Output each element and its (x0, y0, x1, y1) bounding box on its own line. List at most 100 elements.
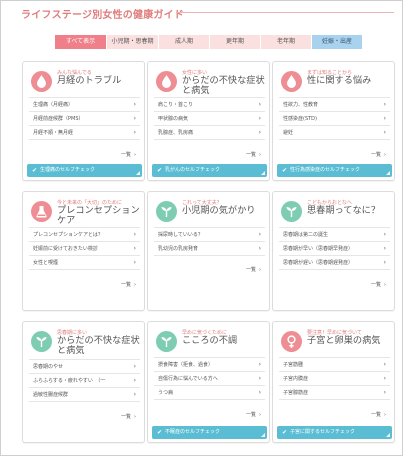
list-item[interactable]: 性感染症(STD) › (279, 112, 390, 126)
list-item-label: 過敏性腸症候群 (33, 392, 69, 398)
more-link[interactable]: 一覧 › (246, 408, 261, 422)
list-item[interactable]: 生理痛（月経痛） › (29, 98, 140, 112)
card-menstrual-trouble: みんな悩んでる 月経のトラブル 生理痛（月経痛） › 月経前症候群（PMS） › 月… (22, 61, 145, 181)
card-puberty-body-discomfort: 思春期に多い からだの不快な症状と病気 思春期のやせ › ふらふらする・疲れやすい… (22, 321, 145, 443)
list-item[interactable]: 性欲力、性教育 › (279, 98, 390, 112)
tab-old-age[interactable]: 老年期 (261, 35, 312, 49)
list-item[interactable]: 子宮筋腫 › (279, 358, 390, 372)
list-item-label: 乳腺症、乳房痛 (158, 130, 194, 136)
more-link[interactable]: 一覧 › (246, 148, 261, 162)
chevron-right-icon: › (259, 267, 261, 273)
list-item-label: 摂食障害（拒食、過食） (158, 362, 214, 368)
chevron-right-icon: › (383, 245, 386, 252)
chevron-right-icon: › (258, 115, 261, 122)
tab-menopause[interactable]: 更年期 (210, 35, 261, 49)
list-item-label: 子宮内膜症 (283, 376, 309, 382)
droplet-icon (281, 71, 302, 92)
more-link[interactable]: 一覧 › (371, 408, 386, 422)
list-item[interactable]: 採尿時していいる？ › (154, 228, 265, 242)
list-item-label: 女性と喫煙 (33, 260, 59, 266)
list-item-label: 肩こり・首こり (158, 102, 194, 108)
card-title: こころの不調 (182, 335, 238, 346)
chevron-right-icon: › (259, 152, 261, 158)
corner-mark-icon (386, 433, 390, 437)
list-item[interactable]: 甲状腺の病気 › (154, 112, 265, 126)
list-item-label: 避妊 (283, 130, 294, 136)
corner-mark-icon (136, 171, 140, 175)
guide-frame: ライフステージ別女性の健康ガイド すべて表示 小児期・思春期 成人期 更年期 老… (0, 0, 403, 456)
list-item-label: 子宮腺筋症 (283, 390, 309, 396)
list-item[interactable]: 妊娠前に受けておきたい検診 › (29, 242, 140, 256)
list-item-label: 月経不順・無月経 (33, 130, 74, 136)
list-item[interactable]: 過敏性腸症候群 › (29, 388, 140, 402)
list-item-label: 妊娠前に受けておきたい検診 (33, 246, 98, 252)
chevron-right-icon: › (258, 231, 261, 238)
self-check-button[interactable]: ✔ 不眠症のセルフチェック (152, 426, 267, 439)
chevron-right-icon: › (384, 152, 386, 158)
list-item-label: 思春期のやせ (33, 364, 64, 370)
self-check-button[interactable]: ✔ 子宮に関するセルフチェック (277, 426, 392, 439)
list-item-label: 自傷行為に悩んでいる方へ (158, 376, 218, 382)
chevron-right-icon: › (134, 282, 136, 288)
more-link[interactable]: 一覧 › (246, 263, 261, 277)
list-item[interactable]: 乳腺症、乳房痛 › (154, 126, 265, 140)
card-puberty: こどもからおとなへ 思春期ってなに？ 思春期は第二の誕生 › 思春期が早い（思春期… (272, 191, 395, 311)
list-item-label: 性欲力、性教育 (283, 102, 319, 108)
self-check-button[interactable]: ✔ 乳がんのセルフチェック (152, 164, 267, 177)
corner-mark-icon (261, 171, 265, 175)
list-item-label: うつ病 (158, 390, 174, 396)
chevron-right-icon: › (133, 115, 136, 122)
list-item-label: 思春期が早い（思春期早発症） (283, 246, 354, 252)
card-body-discomfort: 女性に多い からだの不快な症状と病気 肩こり・首こり › 甲状腺の病気 › 乳腺症、… (147, 61, 270, 181)
card-title: プレコンセプションケア (57, 205, 140, 226)
card-title: からだの不快な症状と病気 (182, 75, 265, 96)
list-item[interactable]: 子宮内膜症 › (279, 372, 390, 386)
chevron-right-icon: › (383, 231, 386, 238)
more-link[interactable]: 一覧 › (371, 148, 386, 162)
list-item[interactable]: 思春期は第二の誕生 › (279, 228, 390, 242)
female-symbol-icon (281, 331, 302, 352)
list-item-label: 生理痛（月経痛） (33, 102, 74, 108)
list-item[interactable]: 女性と喫煙 › (29, 256, 140, 270)
tab-childhood-puberty[interactable]: 小児期・思春期 (107, 35, 159, 49)
list-item[interactable]: 摂食障害（拒食、過食） › (154, 358, 265, 372)
check-icon: ✔ (32, 167, 38, 174)
tab-all[interactable]: すべて表示 (55, 35, 107, 49)
list-item-label: 甲状腺の病気 (158, 116, 189, 122)
self-check-button[interactable]: ✔ 生理痛のセルフチェック (27, 164, 142, 177)
card-sexual-concerns: まずは知ることから 性に関する悩み 性欲力、性教育 › 性感染症(STD) › 避妊… (272, 61, 395, 181)
chevron-right-icon: › (133, 231, 136, 238)
list-item[interactable]: プレコンセプションケアとは？ › (29, 228, 140, 242)
list-item[interactable]: 肩こり・首こり › (154, 98, 265, 112)
list-item[interactable]: 子宮腺筋症 › (279, 386, 390, 400)
check-icon: ✔ (157, 429, 163, 436)
list-item[interactable]: 避妊 › (279, 126, 390, 140)
list-item[interactable]: 乳幼児の乳房発育 › (154, 242, 265, 256)
more-link[interactable]: 一覧 › (371, 278, 386, 292)
chevron-right-icon: › (258, 245, 261, 252)
list-item[interactable]: 月経前症候群（PMS） › (29, 112, 140, 126)
list-item[interactable]: 思春期のやせ › (29, 360, 140, 374)
list-item-label: ふらふらする・疲れやすい （一 (33, 378, 106, 384)
sprout-icon (281, 201, 302, 222)
chevron-right-icon: › (383, 375, 386, 382)
chevron-right-icon: › (133, 363, 136, 370)
list-item[interactable]: うつ病 › (154, 386, 265, 400)
chevron-right-icon: › (133, 259, 136, 266)
list-item[interactable]: 月経不順・無月経 › (29, 126, 140, 140)
list-item[interactable]: 自傷行為に悩んでいる方へ › (154, 372, 265, 386)
list-item-label: 思春期が遅い（思春期遅発症） (283, 260, 354, 266)
more-link[interactable]: 一覧 › (121, 410, 136, 424)
self-check-button[interactable]: ✔ 性行為感染症のセルフチェック (277, 164, 392, 177)
list-item[interactable]: ふらふらする・疲れやすい （一 › (29, 374, 140, 388)
chevron-right-icon: › (133, 101, 136, 108)
tab-adulthood[interactable]: 成人期 (159, 35, 210, 49)
card-title: 性に関する悩み (307, 75, 372, 86)
list-item[interactable]: 思春期が早い（思春期早発症） › (279, 242, 390, 256)
more-link[interactable]: 一覧 › (121, 148, 136, 162)
card-title: 小児期の気がかり (182, 205, 256, 216)
more-link[interactable]: 一覧 › (121, 278, 136, 292)
chevron-right-icon: › (383, 259, 386, 266)
tab-pregnancy[interactable]: 妊娠・出産 (312, 35, 363, 49)
list-item[interactable]: 思春期が遅い（思春期遅発症） › (279, 256, 390, 270)
